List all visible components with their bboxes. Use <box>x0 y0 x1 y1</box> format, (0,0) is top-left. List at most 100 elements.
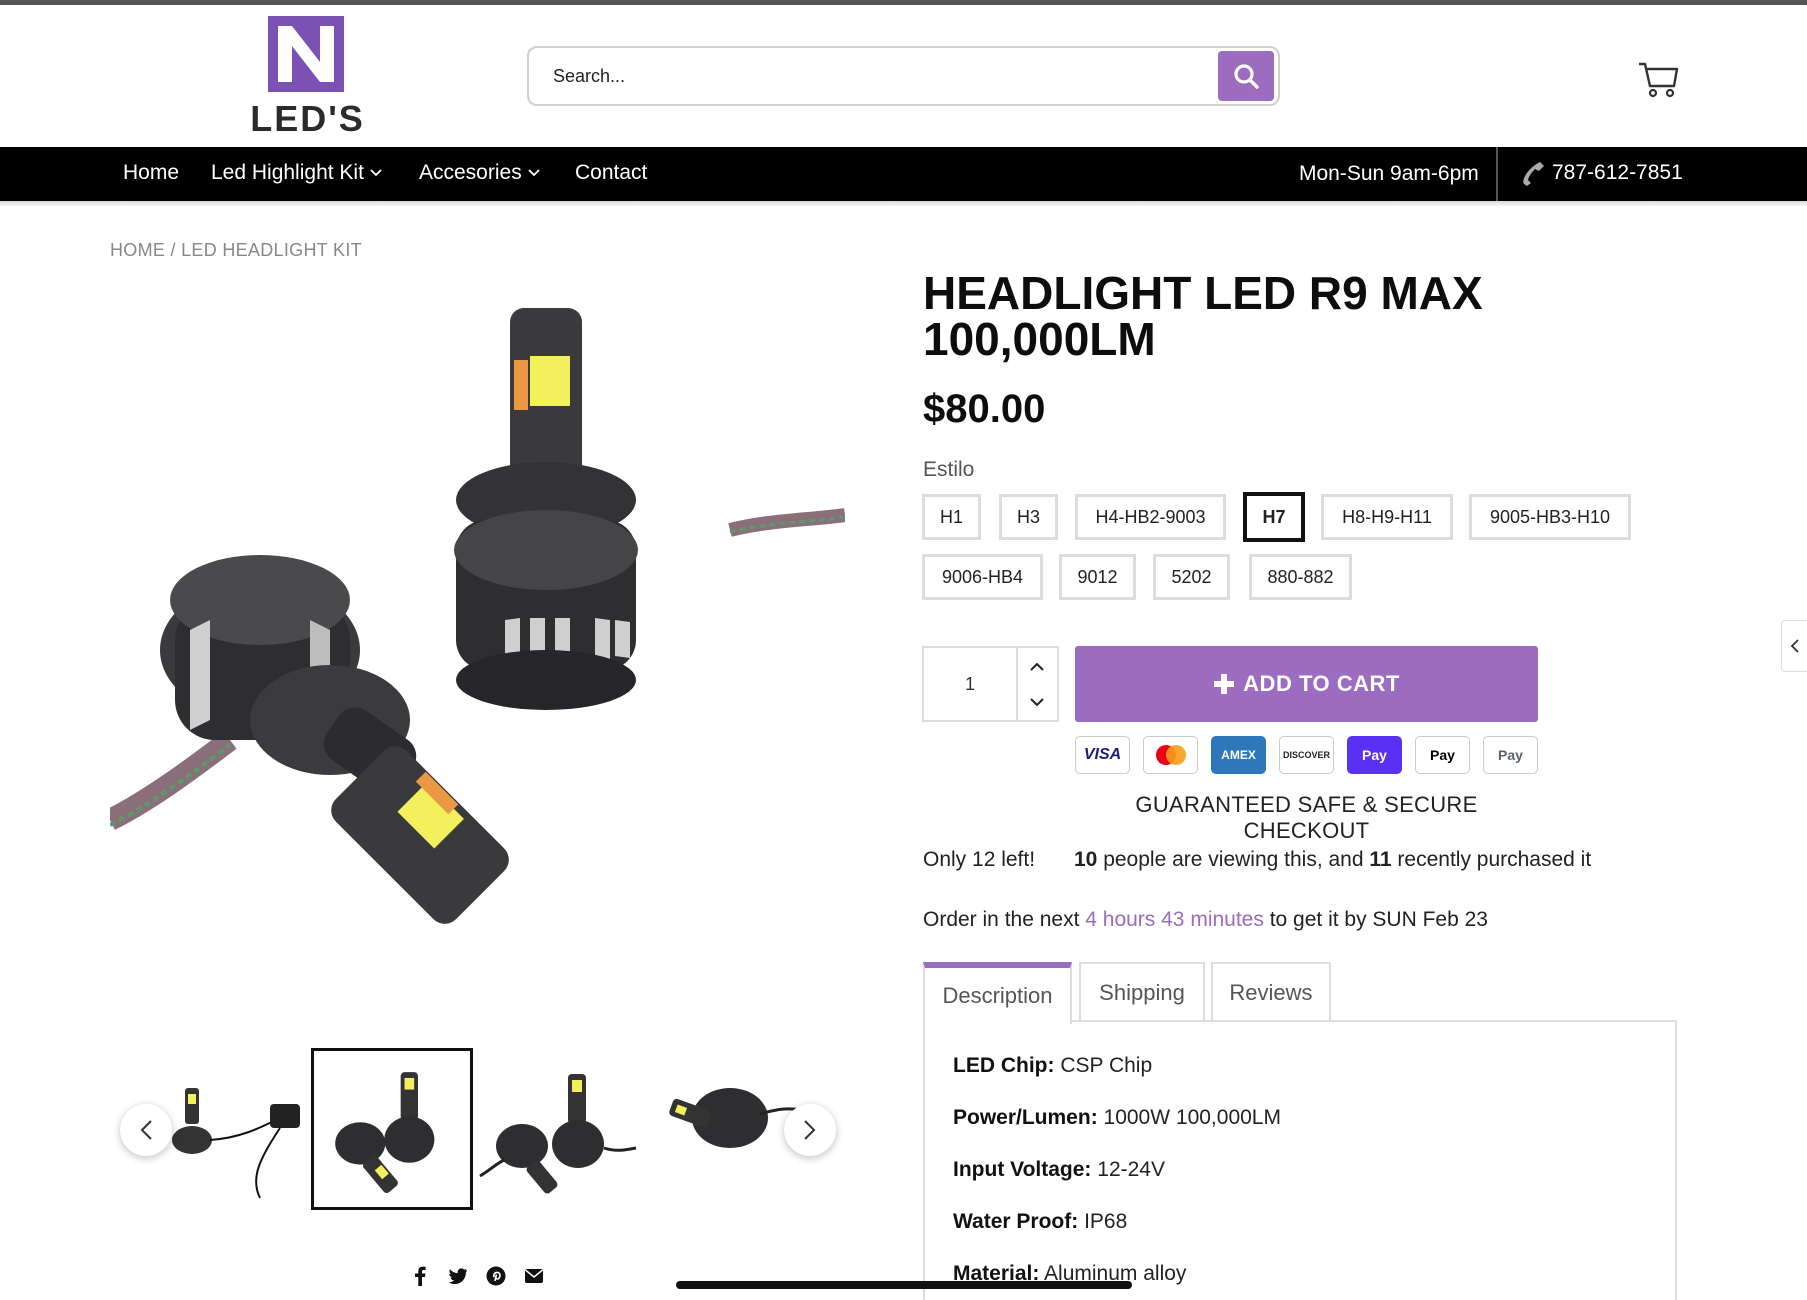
option-880-882[interactable]: 880-882 <box>1249 554 1352 600</box>
spec-key: Water Proof: <box>953 1210 1079 1233</box>
description-panel: LED Chip: CSP Chip Power/Lumen: 1000W 10… <box>923 1020 1677 1300</box>
chevron-right-icon <box>804 1120 816 1140</box>
twitter-icon[interactable] <box>448 1266 468 1286</box>
search-button[interactable] <box>1218 51 1274 101</box>
discover-icon: DISCOVER <box>1279 736 1334 774</box>
option-h4-hb2-9003[interactable]: H4-HB2-9003 <box>1075 494 1226 540</box>
cart-button[interactable] <box>1636 56 1680 100</box>
nav-led-highlight-kit[interactable]: Led Highlight Kit <box>211 161 382 185</box>
nav-contact[interactable]: Contact <box>575 161 647 185</box>
chevron-up-icon <box>1029 662 1044 671</box>
order-prefix: Order in the next <box>923 908 1086 931</box>
plus-icon <box>1214 674 1235 694</box>
option-h1[interactable]: H1 <box>922 494 981 540</box>
tab-reviews[interactable]: Reviews <box>1211 962 1331 1022</box>
option-label: Estilo <box>923 458 975 481</box>
phone-link[interactable]: 787-612-7851 <box>1518 160 1683 186</box>
viewing-status: 10 people are viewing this, and 11 recen… <box>1074 848 1591 872</box>
quantity-increase-button[interactable] <box>1016 648 1057 684</box>
store-hours: Mon-Sun 9am-6pm <box>1299 162 1479 185</box>
mastercard-icon <box>1143 736 1198 774</box>
share-links <box>410 1266 544 1286</box>
nav-divider <box>1496 147 1498 201</box>
apple-pay-icon: Pay <box>1415 736 1470 774</box>
nav-home[interactable]: Home <box>123 161 179 185</box>
visa-icon: VISA <box>1075 736 1130 774</box>
order-countdown: 4 hours 43 minutes <box>1085 908 1264 931</box>
viewing-count: 10 <box>1074 848 1098 871</box>
chevron-down-icon <box>528 169 540 177</box>
carousel-next-button[interactable] <box>784 1104 836 1156</box>
spec-value: 1000W 100,000LM <box>1097 1106 1281 1129</box>
tab-shipping[interactable]: Shipping <box>1079 962 1205 1022</box>
chevron-down-icon <box>1029 697 1044 706</box>
breadcrumb[interactable]: HOME / LED HEADLIGHT KIT <box>110 240 362 261</box>
nav-contact-label: Contact <box>575 161 648 184</box>
side-panel-toggle[interactable] <box>1781 620 1807 672</box>
site-logo[interactable]: LED'S <box>240 16 375 139</box>
main-navbar: Home Led Highlight Kit Accesories Contac… <box>0 147 1807 201</box>
thumbnail-selected[interactable] <box>311 1048 473 1210</box>
option-h8-h9-h11[interactable]: H8-H9-H11 <box>1321 494 1453 540</box>
search-icon <box>1234 64 1259 89</box>
chevron-left-icon <box>140 1120 152 1140</box>
purchased-text: recently purchased it <box>1391 848 1592 871</box>
option-9012[interactable]: 9012 <box>1059 554 1136 600</box>
spec-value: CSP Chip <box>1054 1054 1153 1077</box>
chevron-down-icon <box>370 169 382 177</box>
payment-methods: VISA AMEX DISCOVER Pay Pay Pay <box>1075 736 1538 774</box>
product-title: HEADLIGHT LED R9 MAX 100,000LM <box>923 267 1483 365</box>
quantity-stepper: 1 <box>922 646 1059 722</box>
option-h3[interactable]: H3 <box>999 494 1058 540</box>
shop-pay-icon: Pay <box>1347 736 1402 774</box>
logo-mark-icon <box>268 16 344 92</box>
nav-accesories[interactable]: Accesories <box>419 161 540 185</box>
google-pay-icon: Pay <box>1483 736 1538 774</box>
stock-status: Only 12 left! <box>923 848 1036 871</box>
spec-row: LED Chip: CSP Chip <box>953 1054 1152 1078</box>
order-suffix: to get it by SUN Feb 23 <box>1263 908 1488 931</box>
pinterest-icon[interactable] <box>486 1266 506 1286</box>
phone-number: 787-612-7851 <box>1552 161 1683 184</box>
option-9006-hb4[interactable]: 9006-HB4 <box>922 554 1043 600</box>
option-h7-selected[interactable]: H7 <box>1243 492 1305 542</box>
quantity-value[interactable]: 1 <box>924 648 1016 720</box>
email-icon[interactable] <box>524 1266 544 1286</box>
search-bar <box>527 46 1280 106</box>
search-input[interactable] <box>553 60 1193 92</box>
nav-shadow <box>0 201 1807 207</box>
spec-row: Input Voltage: 12-24V <box>953 1158 1165 1182</box>
spec-value: 12-24V <box>1091 1158 1165 1181</box>
secure-checkout-text: GUARANTEED SAFE & SECURE CHECKOUT <box>1135 792 1478 843</box>
nav-led-highlight-kit-label: Led Highlight Kit <box>211 161 364 184</box>
cart-icon <box>1639 62 1679 98</box>
viewing-text: people are viewing this, and <box>1097 848 1370 871</box>
quantity-decrease-button[interactable] <box>1016 684 1057 720</box>
home-indicator <box>676 1281 1132 1289</box>
spec-row: Power/Lumen: 1000W 100,000LM <box>953 1106 1281 1130</box>
phone-icon <box>1523 162 1544 186</box>
spec-key: Input Voltage: <box>953 1158 1092 1181</box>
spec-key: LED Chip: <box>953 1054 1055 1077</box>
top-border <box>0 0 1807 5</box>
purchased-count: 11 <box>1369 848 1392 871</box>
carousel-prev-button[interactable] <box>120 1104 172 1156</box>
product-main-image[interactable] <box>105 300 846 980</box>
product-price: $80.00 <box>923 387 1046 431</box>
option-5202[interactable]: 5202 <box>1153 554 1230 600</box>
spec-row: Water Proof: IP68 <box>953 1210 1127 1234</box>
nav-accesories-label: Accesories <box>419 161 522 184</box>
amex-icon: AMEX <box>1211 736 1266 774</box>
option-9005-hb3-h10[interactable]: 9005-HB3-H10 <box>1469 494 1631 540</box>
thumbnail[interactable] <box>476 1048 638 1210</box>
logo-text: LED'S <box>250 98 365 139</box>
tab-description[interactable]: Description <box>923 962 1072 1024</box>
thumbnail[interactable] <box>640 1048 803 1210</box>
add-to-cart-label: ADD TO CART <box>1243 671 1400 696</box>
nav-home-label: Home <box>123 161 180 184</box>
chevron-left-icon <box>1790 639 1799 653</box>
thumbnail-carousel <box>110 1040 845 1210</box>
facebook-icon[interactable] <box>410 1266 430 1286</box>
delivery-estimate: Order in the next 4 hours 43 minutes to … <box>923 908 1488 932</box>
add-to-cart-button[interactable]: ADD TO CART <box>1075 646 1538 722</box>
